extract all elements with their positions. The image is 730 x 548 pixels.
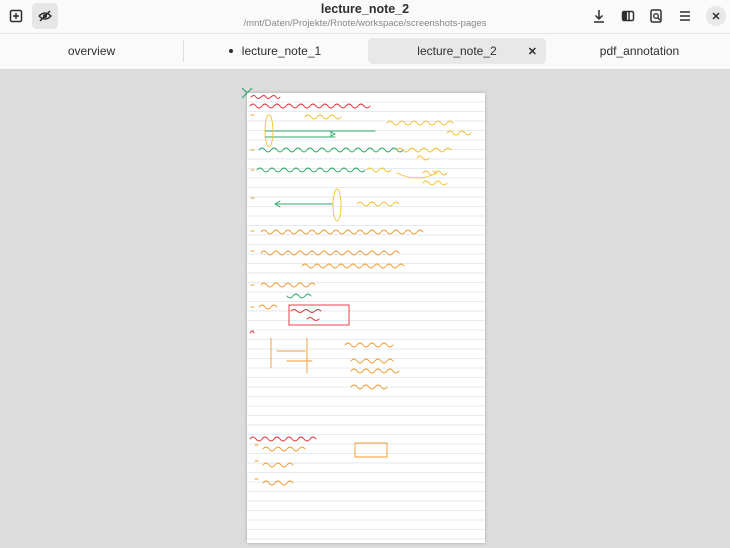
- document-page[interactable]: [247, 93, 485, 543]
- document-search-icon: [650, 9, 662, 23]
- tab-lecture-note-2[interactable]: lecture_note_2 ✕: [368, 38, 546, 64]
- save-button[interactable]: [586, 3, 612, 29]
- tab-label: overview: [67, 44, 116, 58]
- unsaved-indicator-icon: [228, 49, 233, 53]
- close-window-button[interactable]: ✕: [706, 6, 726, 26]
- header-bar: lecture_note_2 /mnt/Daten/Projekte/Rnote…: [0, 0, 730, 34]
- split-view-button[interactable]: [615, 3, 641, 29]
- close-tab-icon[interactable]: ✕: [528, 45, 537, 58]
- tab-label: lecture_note_1: [241, 44, 322, 58]
- main-menu-button[interactable]: [672, 3, 698, 29]
- save-icon: [594, 10, 604, 23]
- tab-pdf-annotation[interactable]: pdf_annotation: [549, 38, 730, 64]
- close-icon: ✕: [711, 10, 721, 23]
- tab-separator: [183, 40, 184, 62]
- tab-overview[interactable]: overview: [0, 38, 183, 64]
- tab-lecture-note-1[interactable]: lecture_note_1: [185, 38, 365, 64]
- handwritten-notes: [249, 95, 472, 486]
- split-view-icon: [621, 10, 635, 22]
- tab-bar: overview lecture_note_1 lecture_note_2 ✕ …: [0, 34, 730, 70]
- tab-label: lecture_note_2: [417, 44, 497, 58]
- tab-label: pdf_annotation: [599, 44, 680, 58]
- document-search-button[interactable]: [643, 3, 669, 29]
- menu-icon: [680, 11, 690, 21]
